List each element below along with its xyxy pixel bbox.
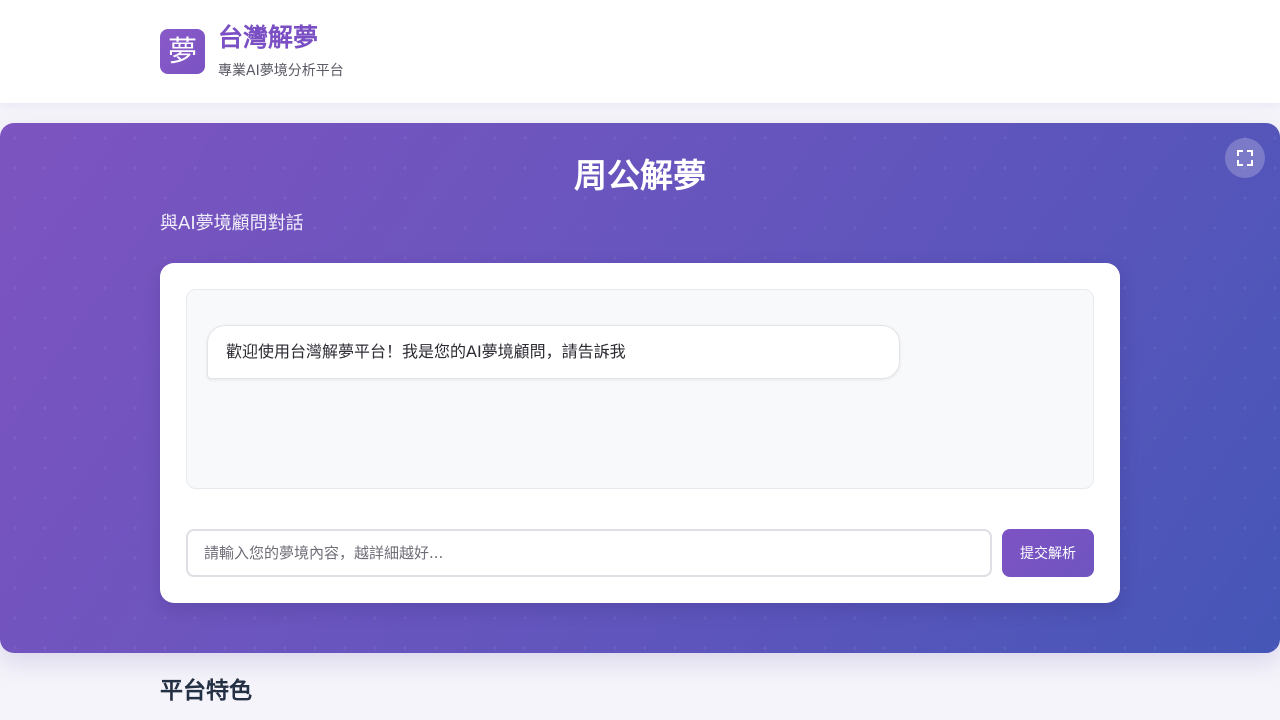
brand-title[interactable]: 台灣解夢 bbox=[218, 21, 318, 55]
chat-subtitle: 與AI夢境顧問對話 bbox=[160, 213, 304, 234]
site-header: 夢 台灣解夢 專業AI夢境分析平台 bbox=[0, 0, 1280, 103]
page-title: 周公解夢 bbox=[574, 156, 706, 195]
brand-subtitle: 專業AI夢境分析平台 bbox=[218, 63, 344, 79]
dream-chat-hero: 周公解夢 與AI夢境顧問對話 歡迎使用台灣解夢平台！我是您的AI夢境顧問，請告訴… bbox=[0, 123, 1280, 653]
chat-messages-area[interactable]: 歡迎使用台灣解夢平台！我是您的AI夢境顧問，請告訴我 bbox=[186, 289, 1094, 489]
bot-message: 歡迎使用台灣解夢平台！我是您的AI夢境顧問，請告訴我 bbox=[207, 325, 900, 379]
dream-input[interactable] bbox=[186, 529, 992, 577]
logo[interactable]: 夢 bbox=[160, 29, 205, 74]
features-heading: 平台特色 bbox=[160, 678, 252, 704]
submit-button[interactable]: 提交解析 bbox=[1002, 529, 1094, 577]
chat-card: 歡迎使用台灣解夢平台！我是您的AI夢境顧問，請告訴我 提交解析 bbox=[160, 263, 1120, 603]
